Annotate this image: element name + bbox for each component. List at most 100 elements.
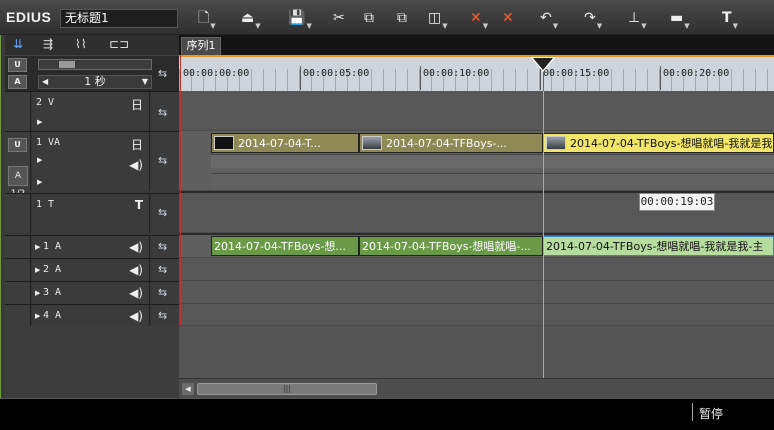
lane-4a[interactable]: [179, 304, 774, 326]
sync-icon[interactable]: ⇆: [158, 67, 167, 80]
chevron-down-icon[interactable]: ▼: [641, 22, 646, 30]
undo-button[interactable]: ↶▼: [540, 7, 558, 30]
audio-clip[interactable]: 2014-07-04-TFBoys-想唱就唱-...: [359, 236, 543, 256]
video-clip-selected[interactable]: 2014-07-04-TFBoys-想唱就唱-我就是我: [543, 133, 774, 153]
add-marker-button[interactable]: ⊥▼: [628, 7, 647, 30]
redo-button[interactable]: ↷▼: [584, 7, 602, 30]
sync-icon[interactable]: ⇆: [158, 206, 167, 219]
audio-clip[interactable]: 2014-07-04-TFBoys-想...: [211, 236, 359, 256]
project-name-field[interactable]: 无标题1: [60, 9, 178, 28]
sequence-marker-button[interactable]: ▬▼: [670, 7, 690, 30]
expand-triangle-icon[interactable]: ▶: [37, 156, 42, 164]
track-side-panel: [5, 236, 31, 258]
audio-channel-label[interactable]: A 1/2: [8, 166, 28, 199]
track-header-1t[interactable]: 1 T T ⇆: [5, 193, 179, 233]
track-name: 2 A: [43, 264, 62, 275]
chevron-down-icon[interactable]: ▼: [483, 22, 488, 30]
app-brand: EDIUS: [6, 9, 52, 25]
chevron-down-icon[interactable]: ▼: [210, 22, 215, 30]
scissors-icon: ✂: [333, 10, 345, 26]
sync-icon[interactable]: ⇆: [158, 154, 167, 167]
speaker-icon[interactable]: ◀): [129, 309, 143, 323]
track-header-3a[interactable]: ▶ 3 A ◀) ⇆: [5, 281, 179, 304]
expand-triangle-icon[interactable]: ▶: [35, 312, 40, 320]
zoom-slider[interactable]: [38, 59, 152, 70]
chevron-down-icon[interactable]: ▼: [733, 22, 738, 30]
chevron-down-icon[interactable]: ▼: [142, 76, 148, 88]
speaker-icon[interactable]: ◀): [129, 286, 143, 300]
video-track-icon[interactable]: 日: [131, 136, 143, 153]
track-header-2v[interactable]: 2 V 日 ▶ ⇆: [5, 91, 179, 131]
track-header-1a[interactable]: ▶ 1 A ◀) ⇆: [5, 235, 179, 258]
cut-button[interactable]: ✂: [333, 7, 345, 29]
chevron-down-icon[interactable]: ▼: [306, 22, 311, 30]
delete-icon: ✕: [470, 10, 482, 26]
sync-lock-icon[interactable]: ⇊: [13, 37, 23, 51]
lane-2a[interactable]: [179, 258, 774, 281]
sync-icon[interactable]: ⇆: [158, 263, 167, 276]
title-button[interactable]: T▼: [722, 7, 738, 30]
sync-icon[interactable]: ⇆: [158, 286, 167, 299]
speaker-icon[interactable]: ◀): [129, 158, 143, 172]
video-mute-button[interactable]: U: [8, 58, 27, 72]
ruler-label: 00:00:20:00: [659, 66, 730, 90]
video-mute-button[interactable]: U: [8, 138, 27, 152]
expand-triangle-icon[interactable]: ▶: [35, 289, 40, 297]
clip-audio-waveform: [211, 154, 774, 168]
sync-icon[interactable]: ⇆: [158, 240, 167, 253]
chevron-down-icon[interactable]: ▼: [442, 22, 447, 30]
video-clip[interactable]: 2014-07-04-TFBoys-...: [359, 133, 543, 153]
delete-button[interactable]: ✕▼: [470, 7, 488, 30]
scrollbar-thumb[interactable]: |||: [197, 383, 377, 395]
ripple-delete-icon: ✕: [502, 10, 514, 26]
open-project-button[interactable]: ⏏▼: [241, 7, 261, 30]
scale-left-arrow-icon[interactable]: ◀: [42, 76, 48, 88]
time-ruler[interactable]: 00:00:00:00 00:00:05:00 00:00:10:00 00:0…: [179, 55, 774, 91]
save-project-button[interactable]: 💾▼: [288, 7, 312, 30]
timeline-horizontal-scrollbar[interactable]: ◀ |||: [179, 378, 774, 398]
audio-mute-button[interactable]: A: [8, 75, 27, 89]
paste-button[interactable]: ⧉: [397, 7, 407, 29]
expand-triangle-icon[interactable]: ▶: [35, 266, 40, 274]
track-side-panel: [5, 92, 31, 131]
track-main-panel: ▶ 3 A ◀): [32, 282, 150, 304]
sync-icon[interactable]: ⇆: [158, 309, 167, 322]
replace-button[interactable]: ◫▼: [428, 7, 448, 30]
link-mode-icon[interactable]: ⊏⊐: [109, 37, 129, 51]
expand-triangle-icon[interactable]: ▶: [37, 178, 42, 186]
scroll-left-icon[interactable]: ◀: [182, 383, 194, 395]
sequence-start-marker: [180, 55, 181, 325]
expand-triangle-icon[interactable]: ▶: [35, 243, 40, 251]
sync-icon[interactable]: ⇆: [158, 106, 167, 119]
video-track-icon[interactable]: 日: [131, 96, 143, 113]
track-header-4a[interactable]: ▶ 4 A ◀) ⇆: [5, 304, 179, 326]
chevron-down-icon[interactable]: ▼: [255, 22, 260, 30]
chevron-down-icon[interactable]: ▼: [553, 22, 558, 30]
waveform-icon[interactable]: ⌇⌇: [75, 37, 87, 51]
audio-clip-selected[interactable]: 2014-07-04-TFBoys-想唱就唱-我就是我-主: [543, 236, 774, 256]
chevron-down-icon[interactable]: ▼: [684, 22, 689, 30]
video-clip[interactable]: 2014-07-04-T...: [211, 133, 359, 153]
timeline-tracks[interactable]: 2014-07-04-T... 2014-07-04-TFBoys-... 20…: [179, 91, 774, 398]
new-project-button[interactable]: 🗋▼: [198, 7, 216, 30]
lane-2v[interactable]: [179, 91, 774, 131]
ruler-label: 00:00:00:00: [179, 66, 250, 90]
timescale-select[interactable]: ◀ 1 秒 ▼: [38, 75, 152, 89]
tab-sequence-1[interactable]: 序列1: [181, 37, 221, 55]
lane-3a[interactable]: [179, 281, 774, 304]
zoom-slider-knob[interactable]: [59, 61, 75, 68]
track-name: 3 A: [43, 287, 62, 298]
marker-icon: ⊥: [628, 10, 641, 26]
speaker-icon[interactable]: ◀): [129, 263, 143, 277]
title-track-icon[interactable]: T: [135, 198, 143, 212]
speaker-icon[interactable]: ◀): [129, 240, 143, 254]
ripple-delete-button[interactable]: ✕: [502, 7, 514, 29]
track-header-1va[interactable]: U A 1/2 1 VA 日 ◀) ▶ ▶ ⇆: [5, 131, 179, 199]
expand-triangle-icon[interactable]: ▶: [37, 118, 42, 126]
open-project-icon: ⏏: [241, 10, 255, 26]
track-sync-panel: ⇆: [151, 305, 179, 326]
track-header-2a[interactable]: ▶ 2 A ◀) ⇆: [5, 258, 179, 281]
copy-button[interactable]: ⧉: [364, 7, 374, 29]
ripple-mode-icon[interactable]: ⇶: [43, 37, 53, 51]
chevron-down-icon[interactable]: ▼: [597, 22, 602, 30]
